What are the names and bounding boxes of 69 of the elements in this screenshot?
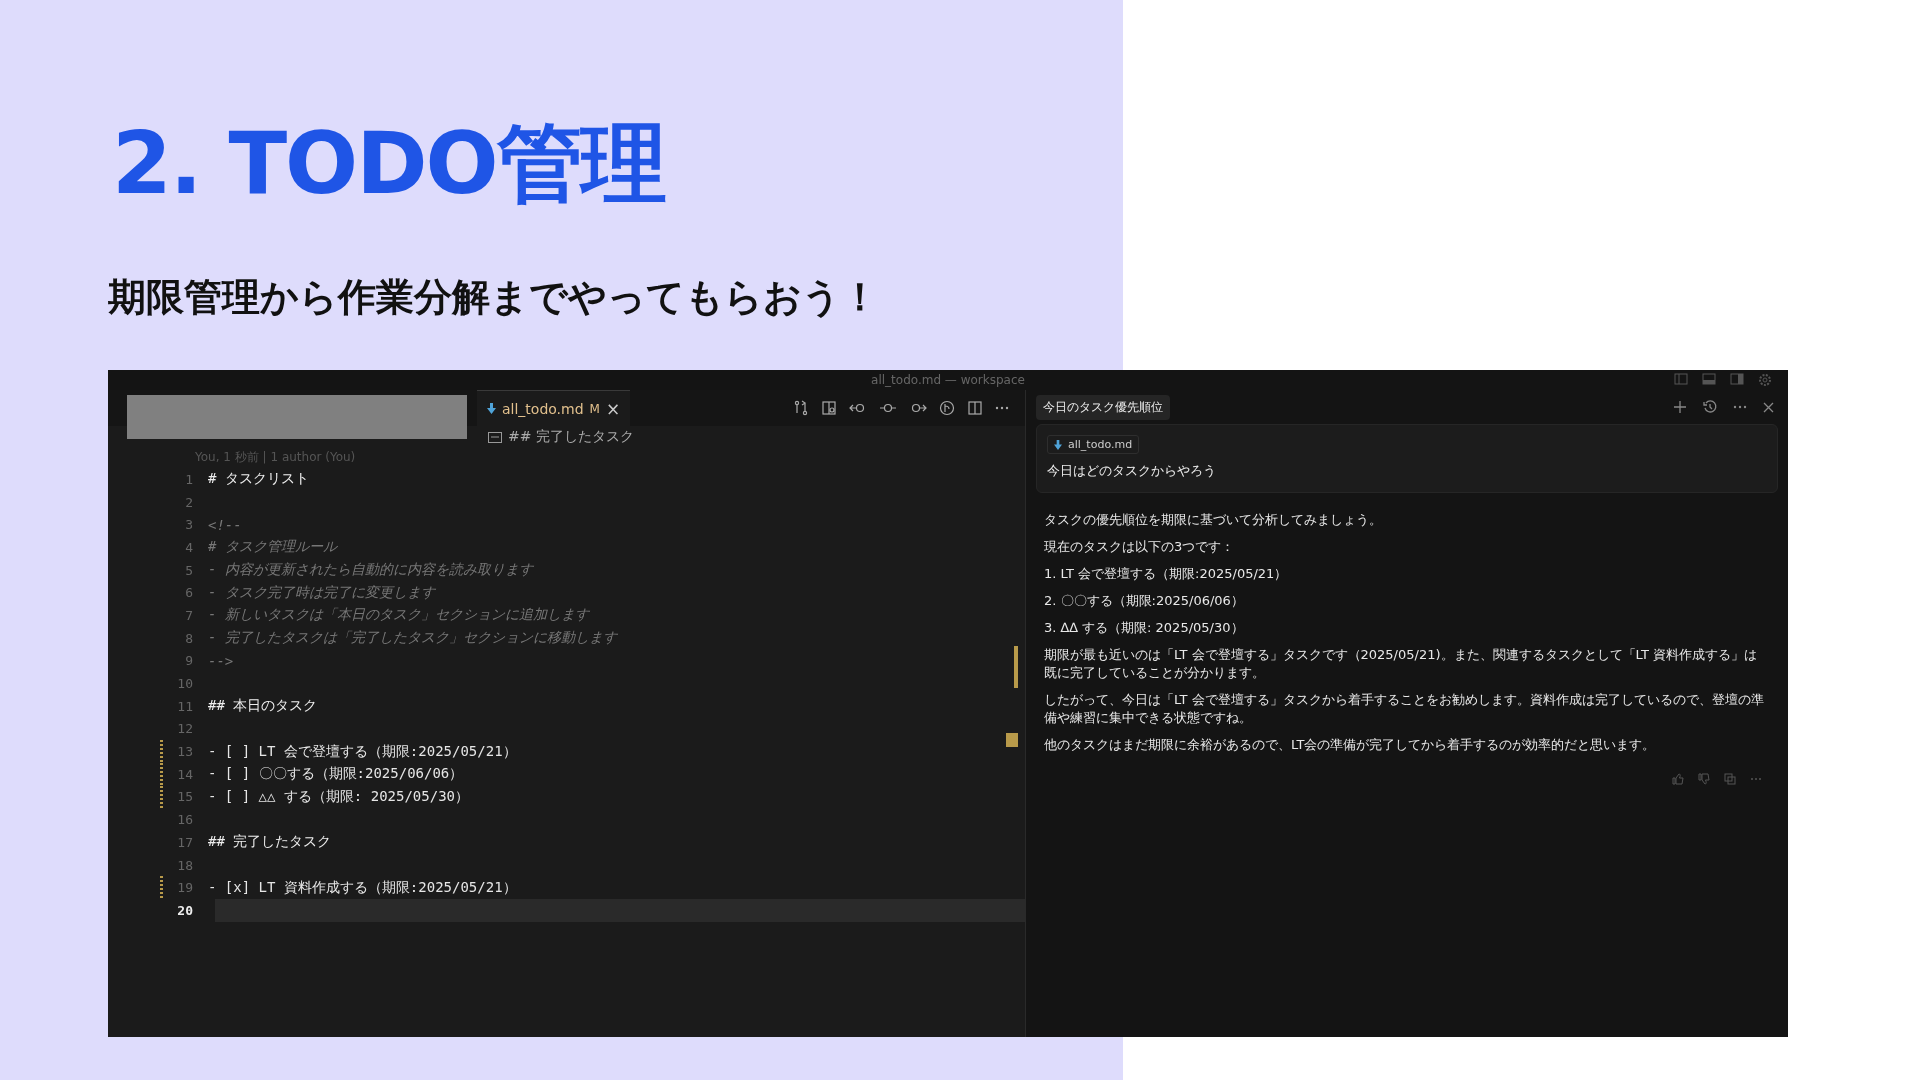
- line-number: 16: [176, 812, 193, 828]
- panel-layout-icon[interactable]: [1702, 373, 1716, 385]
- more-icon[interactable]: [1733, 405, 1747, 409]
- preview-icon[interactable]: [821, 400, 837, 416]
- line-number: 4: [184, 539, 193, 555]
- code-line: <!--: [208, 516, 242, 533]
- line-number: 2: [184, 494, 193, 510]
- plus-icon[interactable]: [1673, 400, 1687, 414]
- response-paragraph: したがって、今日は「LT 会で登壇する」タスクから着手することをお勧めします。資料作成は完了しているので、登壇の準備や練習に集中できる状態ですね。: [1044, 691, 1765, 727]
- slide-subtitle: 期限管理から作業分解までやってもらおう！: [108, 274, 879, 320]
- response-paragraph: 3. ∆∆ する（期限: 2025/05/30）: [1044, 619, 1245, 637]
- code-line: - [ ] LT 会で登壇する（期限:2025/05/21）: [208, 742, 517, 761]
- settings-icon[interactable]: [1758, 373, 1772, 387]
- line-number: 13: [176, 744, 193, 760]
- response-paragraph: 他のタスクはまだ期限に余裕があるので、LT会の準備が完了してから着手するのが効率的だと思います。: [1044, 736, 1657, 754]
- attachment-chip[interactable]: all_todo.md: [1047, 435, 1140, 454]
- line-number: 19: [176, 880, 193, 896]
- line-number: 15: [176, 789, 193, 805]
- response-paragraph: 期限が最も近いのは「LT 会で登壇する」タスクです（2025/05/21)。また、関連するタスクとして「LT 資料作成する」は既に完了していることが分かります。: [1044, 646, 1759, 682]
- history-icon[interactable]: [1703, 400, 1717, 414]
- code-line: - 完了したタスクは「完了したタスク」セクションに移動します: [208, 629, 617, 648]
- thumbs-down-icon[interactable]: [1698, 773, 1710, 785]
- slide-title: 2. TODO管理: [112, 112, 665, 215]
- line-number: 7: [184, 607, 193, 623]
- code-line: - [x] LT 資料作成する（期限:2025/05/21）: [208, 878, 517, 897]
- line-number: 8: [184, 630, 193, 646]
- line-number: 9: [184, 653, 193, 669]
- overview-marker: [1014, 646, 1018, 688]
- compare-icon[interactable]: [793, 400, 809, 416]
- line-number: 1: [184, 471, 193, 487]
- line-number: 6: [184, 585, 193, 601]
- line-number: 5: [184, 562, 193, 578]
- more-icon[interactable]: [995, 406, 1009, 410]
- line-number: 14: [176, 766, 193, 782]
- section-icon: [488, 431, 502, 443]
- code-line: - タスク完了時は完了に変更します: [208, 583, 435, 602]
- overview-marker: [1006, 733, 1018, 747]
- code-line: - 内容が更新されたら自動的に内容を読み取ります: [208, 561, 533, 580]
- line-number: 20: [176, 902, 193, 918]
- line-number: 3: [184, 517, 193, 533]
- response-paragraph: 2. 〇〇する（期限:2025/06/06）: [1044, 592, 1245, 610]
- branch-icon[interactable]: [939, 400, 955, 416]
- close-icon[interactable]: [1763, 401, 1774, 413]
- thumbs-up-icon[interactable]: [1672, 773, 1684, 785]
- file-tab[interactable]: all_todo.md M ×: [477, 389, 631, 427]
- line-number: 12: [176, 721, 193, 737]
- markdown-file-icon: [487, 403, 496, 414]
- secondary-sidebar-icon[interactable]: [1730, 373, 1744, 385]
- code-line: # タスクリスト: [208, 470, 309, 489]
- breadcrumb[interactable]: ## 完了したタスク: [508, 428, 634, 446]
- code-line: ## 本日のタスク: [208, 697, 318, 716]
- markdown-file-icon: [1054, 439, 1062, 450]
- line-number: 11: [176, 698, 193, 714]
- code-line: -->: [208, 652, 234, 669]
- line-number: 17: [176, 834, 193, 850]
- window-title: all_todo.md — workspace: [871, 373, 1025, 387]
- code-line: - 新しいタスクは「本日のタスク」セクションに追加します: [208, 606, 589, 625]
- response-paragraph: 現在のタスクは以下の3つです：: [1044, 538, 1236, 556]
- code-line: - [ ] 〇〇する（期限:2025/06/06）: [208, 765, 464, 784]
- split-editor-icon[interactable]: [967, 400, 983, 416]
- chat-title[interactable]: 今日のタスク優先順位: [1036, 394, 1170, 420]
- code-line: # タスク管理ルール: [208, 538, 337, 557]
- response-paragraph: 1. LT 会で登壇する（期限:2025/05/21）: [1044, 565, 1289, 583]
- prompt-text: 今日はどのタスクからやろう: [1047, 462, 1216, 480]
- code-line: - [ ] △△ する（期限: 2025/05/30）: [208, 787, 469, 806]
- response-paragraph: タスクの優先順位を期限に基づいて分析してみましょう。: [1044, 511, 1383, 529]
- code-line: ## 完了したタスク: [208, 833, 332, 852]
- line-number: 18: [176, 857, 193, 873]
- line-number: 10: [176, 676, 193, 692]
